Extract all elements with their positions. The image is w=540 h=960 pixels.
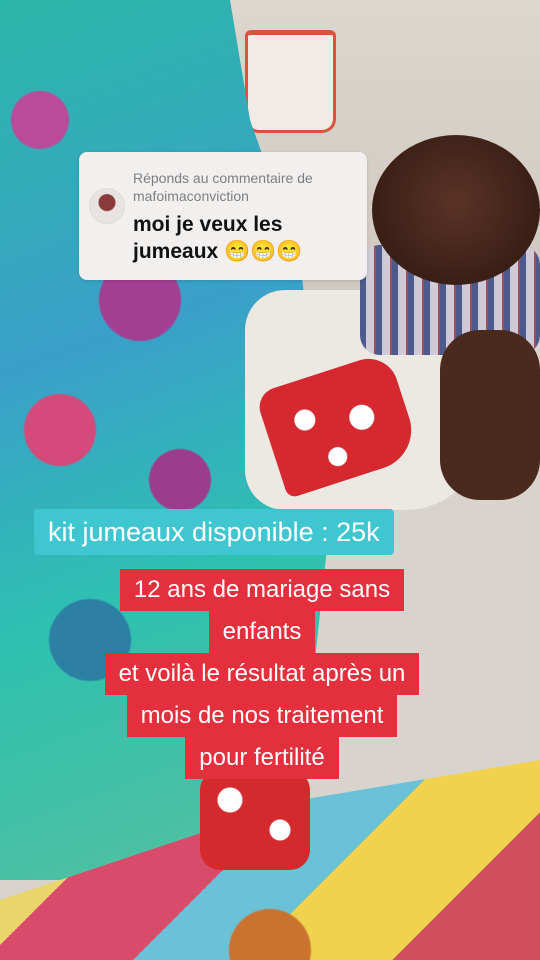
caption-line-4: mois de nos traitement [126,695,398,737]
caption-line-3: et voilà le résultat après un [104,653,420,695]
reply-comment-sticker[interactable]: Réponds au commentaire de mafoimaconvict… [79,152,367,280]
reply-label: Réponds au commentaire de mafoimaconvict… [133,170,313,204]
offer-banner: kit jumeaux disponible : 25k [34,509,394,555]
baby-head [372,135,540,285]
commenter-avatar [89,188,125,224]
caption-line-2: enfants [208,611,316,653]
bucket [245,30,336,133]
polka-dot-cloth-lower [200,770,310,870]
comment-text: moi je veux les jumeaux 😁😁😁 [133,213,303,263]
caption-line-1: 12 ans de mariage sans [119,569,405,611]
bear-print [210,900,330,960]
baby-arm [440,330,540,500]
caption-block: 12 ans de mariage sans enfants et voilà … [74,569,450,779]
caption-line-5: pour fertilité [185,737,339,779]
video-frame [0,0,540,960]
